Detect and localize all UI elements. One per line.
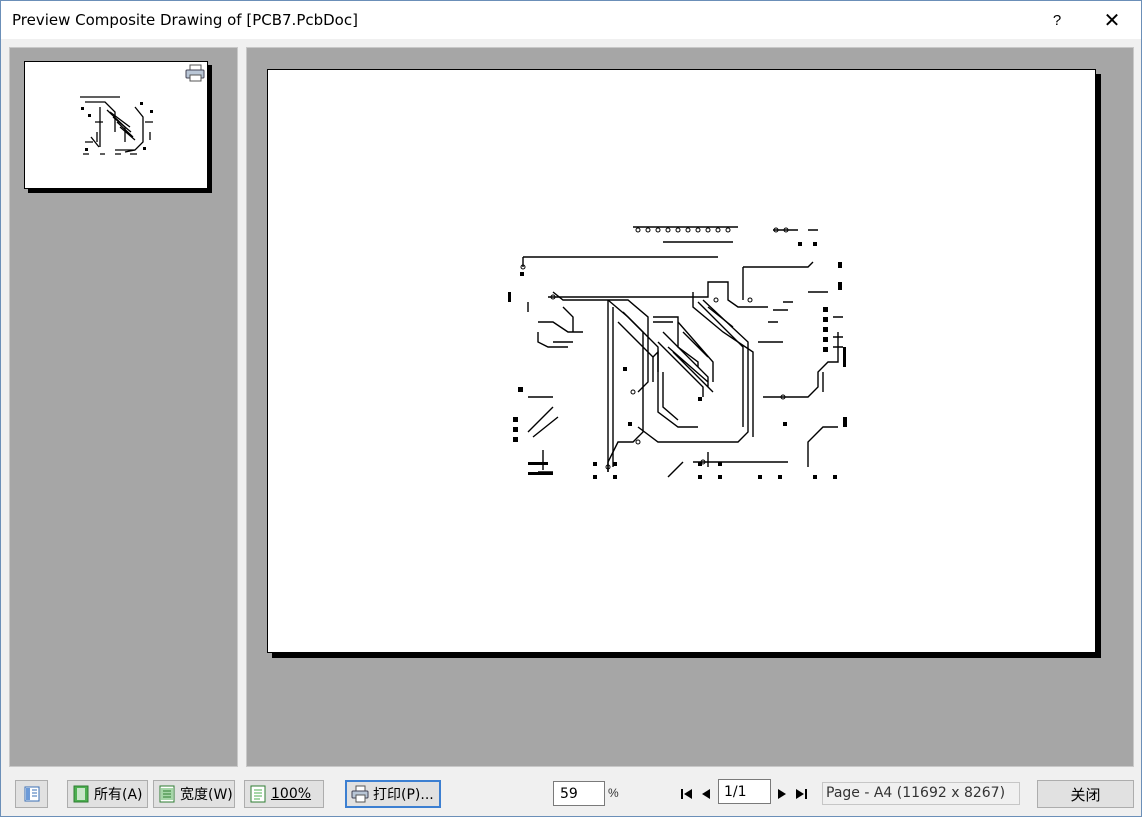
page-green-icon (73, 785, 89, 803)
pane-list-icon (24, 786, 39, 802)
page-info-field: Page - A4 (11692 x 8267) (822, 782, 1020, 805)
next-page-icon[interactable] (773, 784, 791, 804)
zoom-input[interactable] (553, 781, 605, 806)
last-page-icon[interactable] (792, 784, 810, 804)
actual-size-label: 100% (271, 786, 312, 802)
page-icon (250, 785, 266, 803)
page-number-input[interactable] (718, 779, 771, 804)
printer-icon (351, 785, 369, 803)
fit-width-button[interactable]: 宽度(W) (153, 780, 235, 808)
page-width-icon (159, 785, 175, 803)
preview-page (267, 69, 1096, 653)
thumbnail-pcb-drawing (80, 96, 153, 155)
fit-width-label: 宽度(W) (180, 787, 233, 803)
actual-size-button[interactable]: 100% (244, 780, 324, 808)
bottom-toolbar: 所有(A) 宽度(W) 100% 打印(P)... 59 % 1/1 Page … (1, 770, 1141, 816)
toggle-thumbnail-pane-button[interactable] (15, 780, 48, 808)
thumbnail-page[interactable] (24, 61, 208, 189)
prev-page-icon[interactable] (697, 784, 715, 804)
pane-splitter[interactable] (238, 47, 246, 767)
preview-window: Preview Composite Drawing of [PCB7.PcbDo… (0, 0, 1142, 817)
window-title: Preview Composite Drawing of [PCB7.PcbDo… (12, 11, 358, 29)
help-button[interactable]: ? (1034, 1, 1080, 39)
content-area (1, 39, 1141, 770)
print-button[interactable]: 打印(P)... (345, 780, 441, 808)
fit-all-label: 所有(A) (94, 787, 143, 803)
zoom-unit: % (608, 786, 619, 800)
print-label: 打印(P)... (373, 787, 434, 803)
first-page-icon[interactable] (678, 784, 696, 804)
preview-pane[interactable] (246, 47, 1134, 767)
title-bar: Preview Composite Drawing of [PCB7.PcbDo… (1, 1, 1141, 39)
close-button[interactable]: 关闭 (1037, 780, 1134, 808)
thumbnail-pane[interactable] (9, 47, 238, 767)
fit-all-button[interactable]: 所有(A) (67, 780, 148, 808)
pcb-drawing (508, 226, 847, 479)
close-window-button[interactable]: ✕ (1089, 1, 1135, 39)
